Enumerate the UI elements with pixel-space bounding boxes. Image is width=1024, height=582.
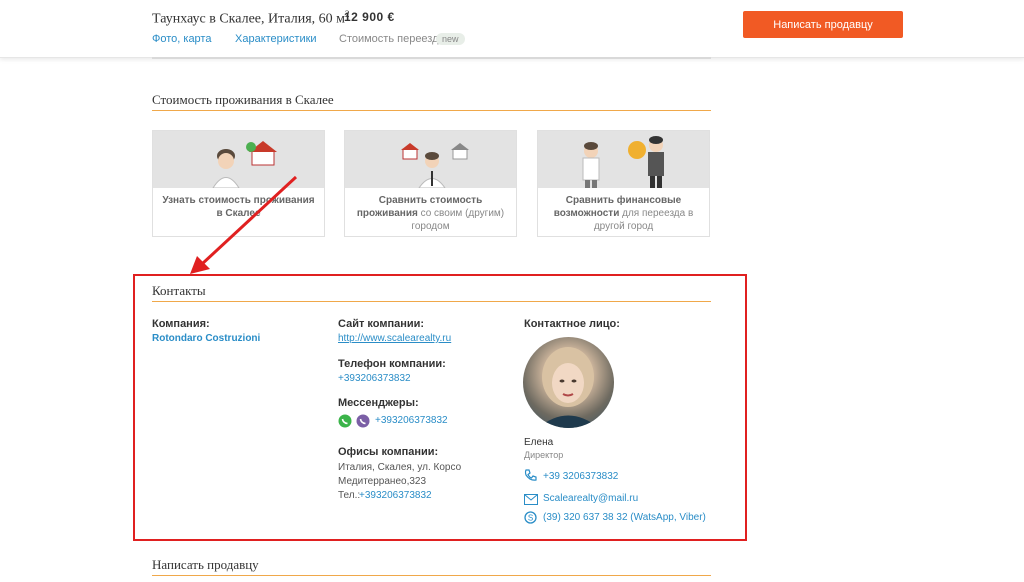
messenger-phone-link[interactable]: +393206373832 bbox=[375, 415, 448, 426]
contact-person-name: Елена bbox=[524, 437, 554, 448]
contact-person-email-link[interactable]: Scalearealty@mail.ru bbox=[543, 493, 638, 504]
company-name-link[interactable]: Rotondaro Costruzioni bbox=[152, 333, 260, 344]
contact-person-phone-link[interactable]: +39 3206373832 bbox=[543, 471, 618, 482]
messengers-label: Мессенджеры: bbox=[338, 397, 419, 409]
contact-person-label: Контактное лицо: bbox=[524, 318, 620, 330]
write-seller-rule bbox=[152, 575, 711, 576]
offices-label: Офисы компании: bbox=[338, 446, 439, 458]
contacts-highlight-box bbox=[133, 274, 747, 541]
whatsapp-icon[interactable] bbox=[338, 414, 352, 433]
office-address-line2: Медитерранео,323 bbox=[338, 476, 427, 487]
site-label: Сайт компании: bbox=[338, 318, 425, 330]
skype-icon: S bbox=[524, 511, 537, 529]
company-label: Компания: bbox=[152, 318, 210, 330]
viber-icon[interactable] bbox=[356, 414, 370, 433]
contacts-title: Контакты bbox=[152, 283, 206, 298]
write-seller-title: Написать продавцу bbox=[152, 557, 259, 572]
company-phone-link[interactable]: +393206373832 bbox=[338, 373, 411, 384]
email-icon bbox=[524, 492, 538, 510]
phone-icon bbox=[524, 469, 537, 487]
contact-person-role: Директор bbox=[524, 450, 564, 460]
contacts-rule bbox=[152, 301, 711, 302]
office-tel-prefix: Тел.: bbox=[338, 490, 361, 501]
office-address-line1: Италия, Скалея, ул. Корсо bbox=[338, 462, 462, 473]
office-tel-link[interactable]: +393206373832 bbox=[359, 490, 432, 501]
site-link[interactable]: http://www.scalearealty.ru bbox=[338, 333, 451, 344]
contact-person-messenger-link[interactable]: (39) 320 637 38 32 (WatsApp, Viber) bbox=[543, 512, 706, 523]
contact-avatar bbox=[523, 337, 614, 428]
phone-label: Телефон компании: bbox=[338, 358, 446, 370]
svg-text:S: S bbox=[528, 514, 533, 523]
